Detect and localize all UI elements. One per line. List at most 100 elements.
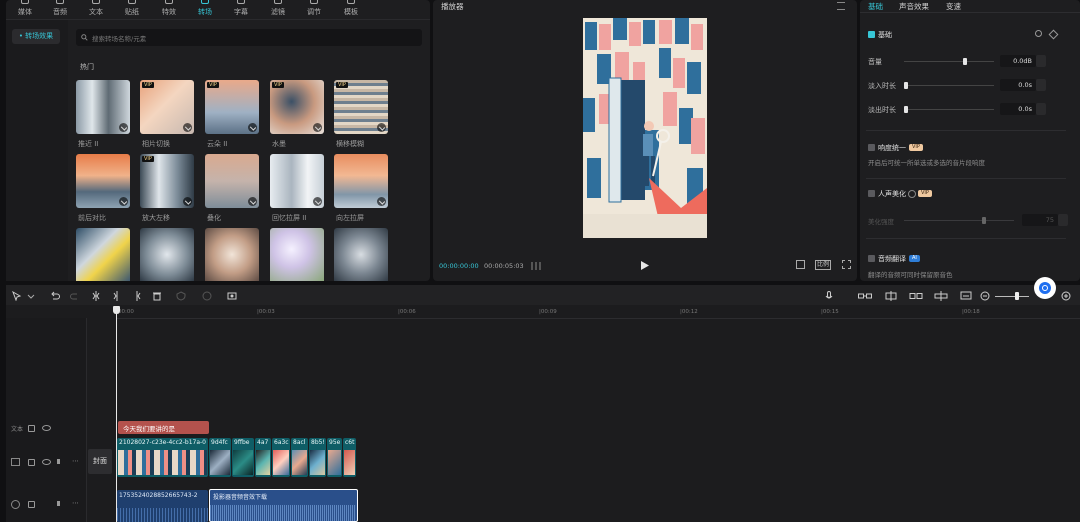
transition-thumb[interactable] <box>76 80 130 134</box>
link-icon[interactable] <box>858 291 872 301</box>
subtitle-icon[interactable] <box>960 291 972 301</box>
fullscreen-icon[interactable] <box>842 260 851 269</box>
video-clip-segment[interactable]: 9d4fc <box>209 438 231 477</box>
tab-text[interactable]: 文本 <box>81 0 111 18</box>
fadeout-value[interactable]: 0.0s <box>1000 103 1036 115</box>
more-icon[interactable]: ⋯ <box>72 499 79 507</box>
zoom-in-icon[interactable] <box>1061 291 1071 301</box>
screenshot-icon[interactable] <box>227 291 237 301</box>
tab-adjust[interactable]: 调节 <box>299 0 329 18</box>
zoom-slider-handle[interactable] <box>1015 292 1019 300</box>
assistant-bubble-icon[interactable] <box>1034 277 1056 299</box>
audio-translate-checkbox[interactable] <box>868 255 875 262</box>
magnet-icon[interactable] <box>909 291 923 301</box>
tab-sticker[interactable]: 贴纸 <box>117 0 147 18</box>
tab-media[interactable]: 媒体 <box>10 0 40 18</box>
delete-icon[interactable] <box>152 291 162 301</box>
lock-icon[interactable] <box>28 459 35 466</box>
loudness-checkbox[interactable] <box>868 144 875 151</box>
fadeout-slider-handle[interactable] <box>904 106 908 113</box>
split-icon[interactable] <box>91 291 101 301</box>
tab-sound-effects[interactable]: 声音效果 <box>899 1 929 12</box>
undo-icon[interactable] <box>50 291 60 301</box>
transition-thumb[interactable] <box>270 228 324 281</box>
volume-stepper[interactable] <box>1036 55 1046 67</box>
more-icon[interactable]: ⋯ <box>72 457 79 465</box>
lock-icon[interactable] <box>28 501 35 508</box>
voice-beautify-checkbox[interactable] <box>868 190 875 197</box>
transition-thumb[interactable]: VIP <box>205 80 259 134</box>
info-icon[interactable] <box>908 190 916 198</box>
chevron-down-icon[interactable] <box>26 291 36 301</box>
volume-value[interactable]: 0.0dB <box>1000 55 1036 67</box>
text-clip[interactable]: 今天我们要讲的是 <box>118 421 209 434</box>
volume-slider-handle[interactable] <box>963 58 967 65</box>
lock-icon[interactable] <box>28 425 35 432</box>
timecode-grid-icon[interactable] <box>531 262 543 270</box>
tab-transition[interactable]: 转场 <box>190 0 220 18</box>
transition-thumb[interactable] <box>140 228 194 281</box>
eye-icon[interactable] <box>42 425 51 431</box>
split-right-icon[interactable] <box>132 291 142 301</box>
video-clip-segment[interactable]: 9ffbe <box>232 438 254 477</box>
transition-thumb[interactable]: VIP <box>334 80 388 134</box>
audio-clip[interactable]: 1753524028852665743-2 <box>117 490 208 522</box>
fadein-value[interactable]: 0.0s <box>1000 79 1036 91</box>
transition-thumb[interactable] <box>76 154 130 208</box>
transition-thumb[interactable] <box>205 154 259 208</box>
tab-caption[interactable]: 字幕 <box>226 0 256 18</box>
tab-filter[interactable]: 滤镜 <box>263 0 293 18</box>
snap-icon[interactable] <box>934 291 948 301</box>
fullscreen-crop-icon[interactable] <box>796 260 805 269</box>
transition-thumb[interactable] <box>270 154 324 208</box>
tab-basic[interactable]: 基础 <box>868 1 883 12</box>
select-cursor-icon[interactable] <box>12 291 22 301</box>
split-left-icon[interactable] <box>112 291 122 301</box>
transition-thumb[interactable] <box>334 228 388 281</box>
zoom-out-icon[interactable] <box>980 291 990 301</box>
redo-icon[interactable] <box>70 291 80 301</box>
fadein-slider-handle[interactable] <box>904 82 908 89</box>
mask-icon[interactable] <box>202 291 212 301</box>
video-clip-segment[interactable]: 6a3c <box>272 438 290 477</box>
tab-template[interactable]: 模板 <box>336 0 366 18</box>
microphone-icon[interactable] <box>824 291 834 301</box>
fadeout-stepper[interactable] <box>1036 103 1046 115</box>
preview-axis-icon[interactable] <box>884 291 898 301</box>
fadein-stepper[interactable] <box>1036 79 1046 91</box>
transition-thumb[interactable] <box>76 228 130 281</box>
transition-thumb[interactable]: VIP <box>270 80 324 134</box>
video-clip-segment[interactable]: 8b5! <box>309 438 326 477</box>
transition-thumb[interactable]: VIP <box>140 154 194 208</box>
shield-icon[interactable] <box>176 291 186 301</box>
cover-button[interactable]: 封面 <box>88 449 112 474</box>
audio-clip-selected[interactable]: 投影器音频音效下载 <box>209 489 358 522</box>
basic-checkbox[interactable] <box>868 31 875 38</box>
video-clip-segment[interactable]: 8acl <box>291 438 308 477</box>
video-clip-segment[interactable]: 4a7 <box>255 438 271 477</box>
play-icon[interactable] <box>641 261 649 270</box>
fadeout-slider-track[interactable] <box>904 109 994 110</box>
menu-icon[interactable] <box>837 2 845 10</box>
fadein-slider-track[interactable] <box>904 85 994 86</box>
tab-effects[interactable]: 特效 <box>154 0 184 18</box>
zoom-slider-track[interactable] <box>995 296 1029 297</box>
speaker-icon[interactable] <box>57 459 63 464</box>
transition-thumb[interactable] <box>334 154 388 208</box>
video-clip-label: 21028027-c23e-4cc2-b17a-0 <box>119 439 206 446</box>
search-input[interactable]: 搜索转场名称/元素 <box>76 29 422 46</box>
eye-icon[interactable] <box>42 459 51 465</box>
tab-underline <box>860 12 1080 13</box>
video-clip[interactable]: 21028027-c23e-4cc2-b17a-0 <box>117 438 208 477</box>
transition-thumb[interactable] <box>205 228 259 281</box>
transition-thumb[interactable]: VIP <box>140 80 194 134</box>
ratio-button[interactable]: 比例 <box>815 260 831 270</box>
video-clip-segment[interactable]: 95e <box>327 438 342 477</box>
tab-speed[interactable]: 变速 <box>946 1 961 12</box>
sidebar-item-transition-effects[interactable]: • 转场效果 <box>12 29 60 44</box>
speaker-icon[interactable] <box>57 501 63 506</box>
video-clip-segment[interactable]: c6t <box>343 438 356 477</box>
reset-icon[interactable] <box>1035 30 1042 37</box>
tab-audio[interactable]: 音频 <box>45 0 75 18</box>
volume-slider-track[interactable] <box>904 61 994 62</box>
